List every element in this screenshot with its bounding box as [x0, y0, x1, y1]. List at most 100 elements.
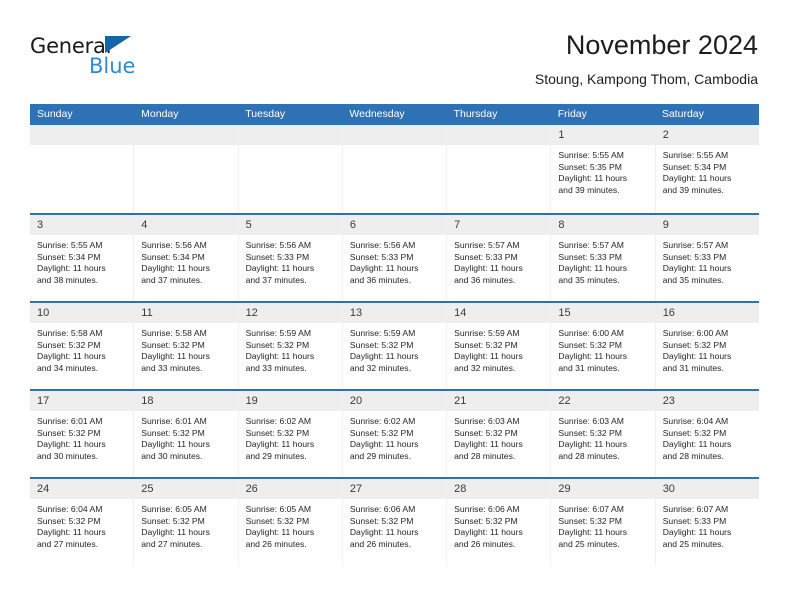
day-cell[interactable]: 29 Sunrise: 6:07 AM Sunset: 5:32 PM Dayligh…	[551, 479, 656, 565]
day-cell[interactable]: 20 Sunrise: 6:02 AM Sunset: 5:32 PM Dayligh…	[342, 391, 448, 477]
daylight-text-line2: and 30 minutes.	[37, 450, 99, 461]
day-cell[interactable]: 3 Sunrise: 5:55 AM Sunset: 5:34 PM Daylight…	[30, 215, 135, 301]
brand-logo[interactable]: General Blue	[30, 34, 230, 90]
day-cell[interactable]: 14 Sunrise: 5:59 AM Sunset: 5:32 PM Dayligh…	[447, 303, 552, 389]
day-number-band: 24	[30, 479, 134, 499]
daylight-text-line1: Daylight: 11 hours	[558, 173, 628, 184]
sunrise-text: Sunrise: 6:07 AM	[558, 504, 624, 514]
day-number-band	[134, 125, 238, 145]
sunrise-text: Sunrise: 5:59 AM	[454, 328, 520, 338]
sunrise-text: Sunrise: 6:06 AM	[349, 504, 416, 514]
daylight-text-line1: Daylight: 11 hours	[558, 263, 628, 274]
day-cell[interactable]: 19 Sunrise: 6:02 AM Sunset: 5:32 PM Dayligh…	[238, 391, 343, 477]
day-number-band: 3	[30, 215, 134, 235]
daylight-text-line2: and 31 minutes.	[558, 362, 620, 373]
day-cell[interactable]: 16 Sunrise: 6:00 AM Sunset: 5:32 PM Dayligh…	[655, 303, 759, 389]
day-cell[interactable]: 12 Sunrise: 5:59 AM Sunset: 5:32 PM Dayligh…	[238, 303, 343, 389]
day-cell[interactable]: 25 Sunrise: 6:05 AM Sunset: 5:32 PM Dayligh…	[134, 479, 239, 565]
calendar-page: General Blue November 2024 Stoung, Kampo…	[0, 0, 792, 612]
daylight-text-line1: Daylight: 11 hours	[349, 527, 419, 538]
day-number: 16	[662, 307, 675, 319]
week-row: 17 Sunrise: 6:01 AM Sunset: 5:32 PM Dayligh…	[30, 389, 759, 477]
day-cell-empty	[447, 125, 552, 213]
daylight-text-line2: and 33 minutes.	[245, 362, 307, 373]
day-cell[interactable]: 15 Sunrise: 6:00 AM Sunset: 5:32 PM Dayligh…	[551, 303, 656, 389]
sunrise-text: Sunrise: 6:00 AM	[558, 328, 624, 338]
day-cell[interactable]: 11 Sunrise: 5:58 AM Sunset: 5:32 PM Dayligh…	[134, 303, 239, 389]
weekday-header-wednesday: Wednesday	[349, 108, 405, 120]
sunset-text: Sunset: 5:32 PM	[141, 427, 205, 438]
daylight-text-line1: Daylight: 11 hours	[245, 351, 315, 362]
daylight-text-line1: Daylight: 11 hours	[558, 439, 628, 450]
day-cell[interactable]: 27 Sunrise: 6:06 AM Sunset: 5:32 PM Dayligh…	[342, 479, 448, 565]
day-cell[interactable]: 17 Sunrise: 6:01 AM Sunset: 5:32 PM Dayligh…	[30, 391, 135, 477]
day-cell[interactable]: 5 Sunrise: 5:56 AM Sunset: 5:33 PM Daylight…	[238, 215, 343, 301]
day-cell[interactable]: 2 Sunrise: 5:55 AM Sunset: 5:34 PM Daylight…	[655, 125, 759, 213]
sunrise-text: Sunrise: 6:07 AM	[662, 504, 729, 514]
day-number: 1	[558, 129, 565, 141]
sunset-text: Sunset: 5:32 PM	[349, 427, 414, 438]
day-cell[interactable]: 30 Sunrise: 6:07 AM Sunset: 5:33 PM Dayligh…	[655, 479, 759, 565]
day-cell[interactable]: 26 Sunrise: 6:05 AM Sunset: 5:32 PM Dayligh…	[238, 479, 343, 565]
sunset-text: Sunset: 5:32 PM	[141, 515, 205, 526]
day-number-band: 27	[342, 479, 447, 499]
week-row: 1 Sunrise: 5:55 AM Sunset: 5:35 PM Daylight…	[30, 125, 759, 213]
day-number: 28	[454, 483, 467, 495]
day-cell[interactable]: 1 Sunrise: 5:55 AM Sunset: 5:35 PM Daylight…	[551, 125, 656, 213]
day-details	[447, 145, 551, 211]
day-cell[interactable]: 10 Sunrise: 5:58 AM Sunset: 5:32 PM Dayligh…	[30, 303, 135, 389]
day-cell-empty	[342, 125, 448, 213]
day-number: 13	[349, 307, 363, 319]
sunset-text: Sunset: 5:32 PM	[245, 339, 310, 350]
sunset-text: Sunset: 5:32 PM	[349, 339, 414, 350]
day-cell-empty	[30, 125, 135, 213]
day-cell[interactable]: 9 Sunrise: 5:57 AM Sunset: 5:33 PM Daylight…	[655, 215, 759, 301]
sunrise-text: Sunrise: 6:03 AM	[454, 416, 520, 426]
sunset-text: Sunset: 5:34 PM	[141, 251, 205, 262]
day-cell[interactable]: 13 Sunrise: 5:59 AM Sunset: 5:32 PM Dayligh…	[342, 303, 448, 389]
day-number-band: 11	[134, 303, 238, 323]
day-number: 19	[245, 395, 258, 407]
day-number-band: 16	[655, 303, 759, 323]
brand-name-blue: Blue	[89, 54, 136, 78]
sunrise-text: Sunrise: 6:02 AM	[245, 416, 312, 426]
day-cell[interactable]: 22 Sunrise: 6:03 AM Sunset: 5:32 PM Dayligh…	[551, 391, 656, 477]
day-number: 18	[141, 395, 154, 407]
day-number: 4	[141, 219, 148, 231]
day-cell[interactable]: 21 Sunrise: 6:03 AM Sunset: 5:32 PM Dayligh…	[447, 391, 552, 477]
daylight-text-line2: and 27 minutes.	[37, 538, 99, 549]
weekday-header-row: Sunday Monday Tuesday Wednesday Thursday Frid…	[30, 104, 759, 125]
sunrise-text: Sunrise: 6:05 AM	[141, 504, 207, 514]
day-number: 9	[662, 219, 669, 231]
day-cell[interactable]: 6 Sunrise: 5:56 AM Sunset: 5:33 PM Daylight…	[342, 215, 448, 301]
sunset-text: Sunset: 5:33 PM	[245, 251, 310, 262]
day-number-band: 29	[551, 479, 655, 499]
day-number: 7	[454, 219, 461, 231]
day-cell[interactable]: 4 Sunrise: 5:56 AM Sunset: 5:34 PM Daylight…	[134, 215, 239, 301]
sunset-text: Sunset: 5:33 PM	[558, 251, 622, 262]
day-cell[interactable]: 8 Sunrise: 5:57 AM Sunset: 5:33 PM Daylight…	[551, 215, 656, 301]
day-cell[interactable]: 23 Sunrise: 6:04 AM Sunset: 5:32 PM Dayligh…	[655, 391, 759, 477]
sunset-text: Sunset: 5:32 PM	[141, 339, 205, 350]
daylight-text-line2: and 26 minutes.	[245, 538, 307, 549]
sunrise-text: Sunrise: 5:55 AM	[37, 240, 103, 250]
sunset-text: Sunset: 5:32 PM	[245, 427, 310, 438]
daylight-text-line1: Daylight: 11 hours	[454, 263, 523, 274]
day-number: 15	[558, 307, 571, 319]
day-number-band: 17	[30, 391, 134, 411]
sunrise-text: Sunrise: 5:55 AM	[662, 150, 729, 160]
daylight-text-line1: Daylight: 11 hours	[141, 351, 210, 362]
day-number-band: 28	[447, 479, 551, 499]
day-cell[interactable]: 24 Sunrise: 6:04 AM Sunset: 5:32 PM Dayligh…	[30, 479, 135, 565]
day-details: Sunrise: 5:59 AM Sunset: 5:32 PM Daylight:…	[342, 323, 447, 389]
day-cell[interactable]: 7 Sunrise: 5:57 AM Sunset: 5:33 PM Daylight…	[447, 215, 552, 301]
day-number-band: 23	[655, 391, 759, 411]
day-details: Sunrise: 6:01 AM Sunset: 5:32 PM Daylight:…	[134, 411, 238, 477]
day-details: Sunrise: 6:00 AM Sunset: 5:32 PM Daylight:…	[551, 323, 655, 389]
sunrise-text: Sunrise: 6:05 AM	[245, 504, 312, 514]
day-details: Sunrise: 5:56 AM Sunset: 5:34 PM Daylight:…	[134, 235, 238, 301]
day-number-band: 26	[238, 479, 342, 499]
day-cell[interactable]: 18 Sunrise: 6:01 AM Sunset: 5:32 PM Dayligh…	[134, 391, 239, 477]
calendar-body: 1 Sunrise: 5:55 AM Sunset: 5:35 PM Daylight…	[30, 125, 759, 565]
day-cell[interactable]: 28 Sunrise: 6:06 AM Sunset: 5:32 PM Dayligh…	[447, 479, 552, 565]
